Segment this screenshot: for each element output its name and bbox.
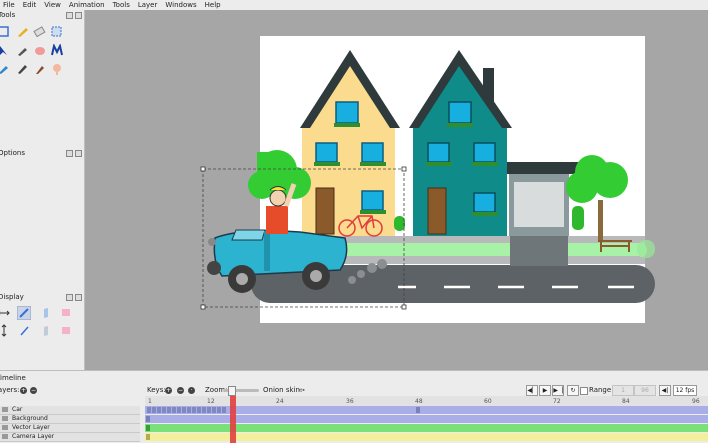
loop-icon[interactable]: ↻ xyxy=(567,385,579,396)
zoom-slider-handle[interactable] xyxy=(228,386,236,396)
frame-number: 24 xyxy=(276,398,284,405)
layer-row-vector[interactable]: Vector Layer xyxy=(0,424,140,433)
sound-icon[interactable]: ◀| xyxy=(659,385,671,396)
range-label: Range xyxy=(589,386,612,394)
layer-row-background[interactable]: Background xyxy=(0,415,140,424)
keyframe[interactable] xyxy=(146,425,150,431)
layer-name: Background xyxy=(12,415,48,422)
layer-type-icon xyxy=(2,434,8,439)
add-key-icon[interactable]: + xyxy=(165,387,172,394)
add-layer-icon[interactable]: + xyxy=(20,387,27,394)
frame-number: 1 xyxy=(148,398,152,405)
frame-number: 36 xyxy=(346,398,354,405)
onion-skin-label: Onion skin: xyxy=(263,386,303,394)
keyframe[interactable] xyxy=(416,407,420,413)
layer-name: Car xyxy=(12,406,23,413)
previous-frame-icon[interactable]: ◀▏ xyxy=(526,385,538,396)
timeline-panel: Timeline Layers: + − Keys: + − · Zoom: O… xyxy=(0,370,708,443)
frame-number: 12 xyxy=(207,398,215,405)
range-end-input[interactable]: 96 xyxy=(634,385,656,396)
play-icon[interactable]: ▶ xyxy=(539,385,551,396)
fps-spinbox[interactable]: 12 fps xyxy=(673,385,697,396)
playhead[interactable] xyxy=(230,396,236,443)
remove-layer-icon[interactable]: − xyxy=(30,387,37,394)
frame-number: 96 xyxy=(692,398,700,405)
layer-name: Camera Layer xyxy=(12,433,55,440)
layer-row-car[interactable]: Car xyxy=(0,406,140,415)
keyframe[interactable] xyxy=(146,416,150,422)
layers-label: Layers: xyxy=(0,386,20,394)
layer-type-icon xyxy=(2,416,8,421)
layer-type-icon xyxy=(2,407,8,412)
onion-skin-icon[interactable]: ⊶ xyxy=(298,386,305,395)
grass-strip xyxy=(340,243,512,256)
layer-name: Vector Layer xyxy=(12,424,50,431)
house-right xyxy=(409,50,512,236)
remove-key-icon[interactable]: − xyxy=(177,387,184,394)
frame-number: 72 xyxy=(553,398,561,405)
next-frame-icon[interactable]: ▶▕ xyxy=(552,385,564,396)
house-left xyxy=(300,50,400,236)
timeline-title: Timeline xyxy=(0,374,26,382)
zoom-slider[interactable] xyxy=(223,386,259,396)
layer-type-icon xyxy=(2,425,8,430)
frame-number: 48 xyxy=(415,398,423,405)
range-start-input[interactable]: 1 xyxy=(612,385,634,396)
frame-number: 60 xyxy=(484,398,492,405)
keys-label: Keys: xyxy=(147,386,166,394)
range-checkbox[interactable] xyxy=(580,387,588,395)
frame-number: 84 xyxy=(622,398,630,405)
keyframe[interactable] xyxy=(146,434,150,440)
keyframes[interactable] xyxy=(147,407,227,413)
grass-strip-right xyxy=(568,243,645,256)
garage xyxy=(507,162,580,236)
layer-row-camera[interactable]: Camera Layer xyxy=(0,433,140,442)
duplicate-key-icon[interactable]: · xyxy=(188,387,195,394)
